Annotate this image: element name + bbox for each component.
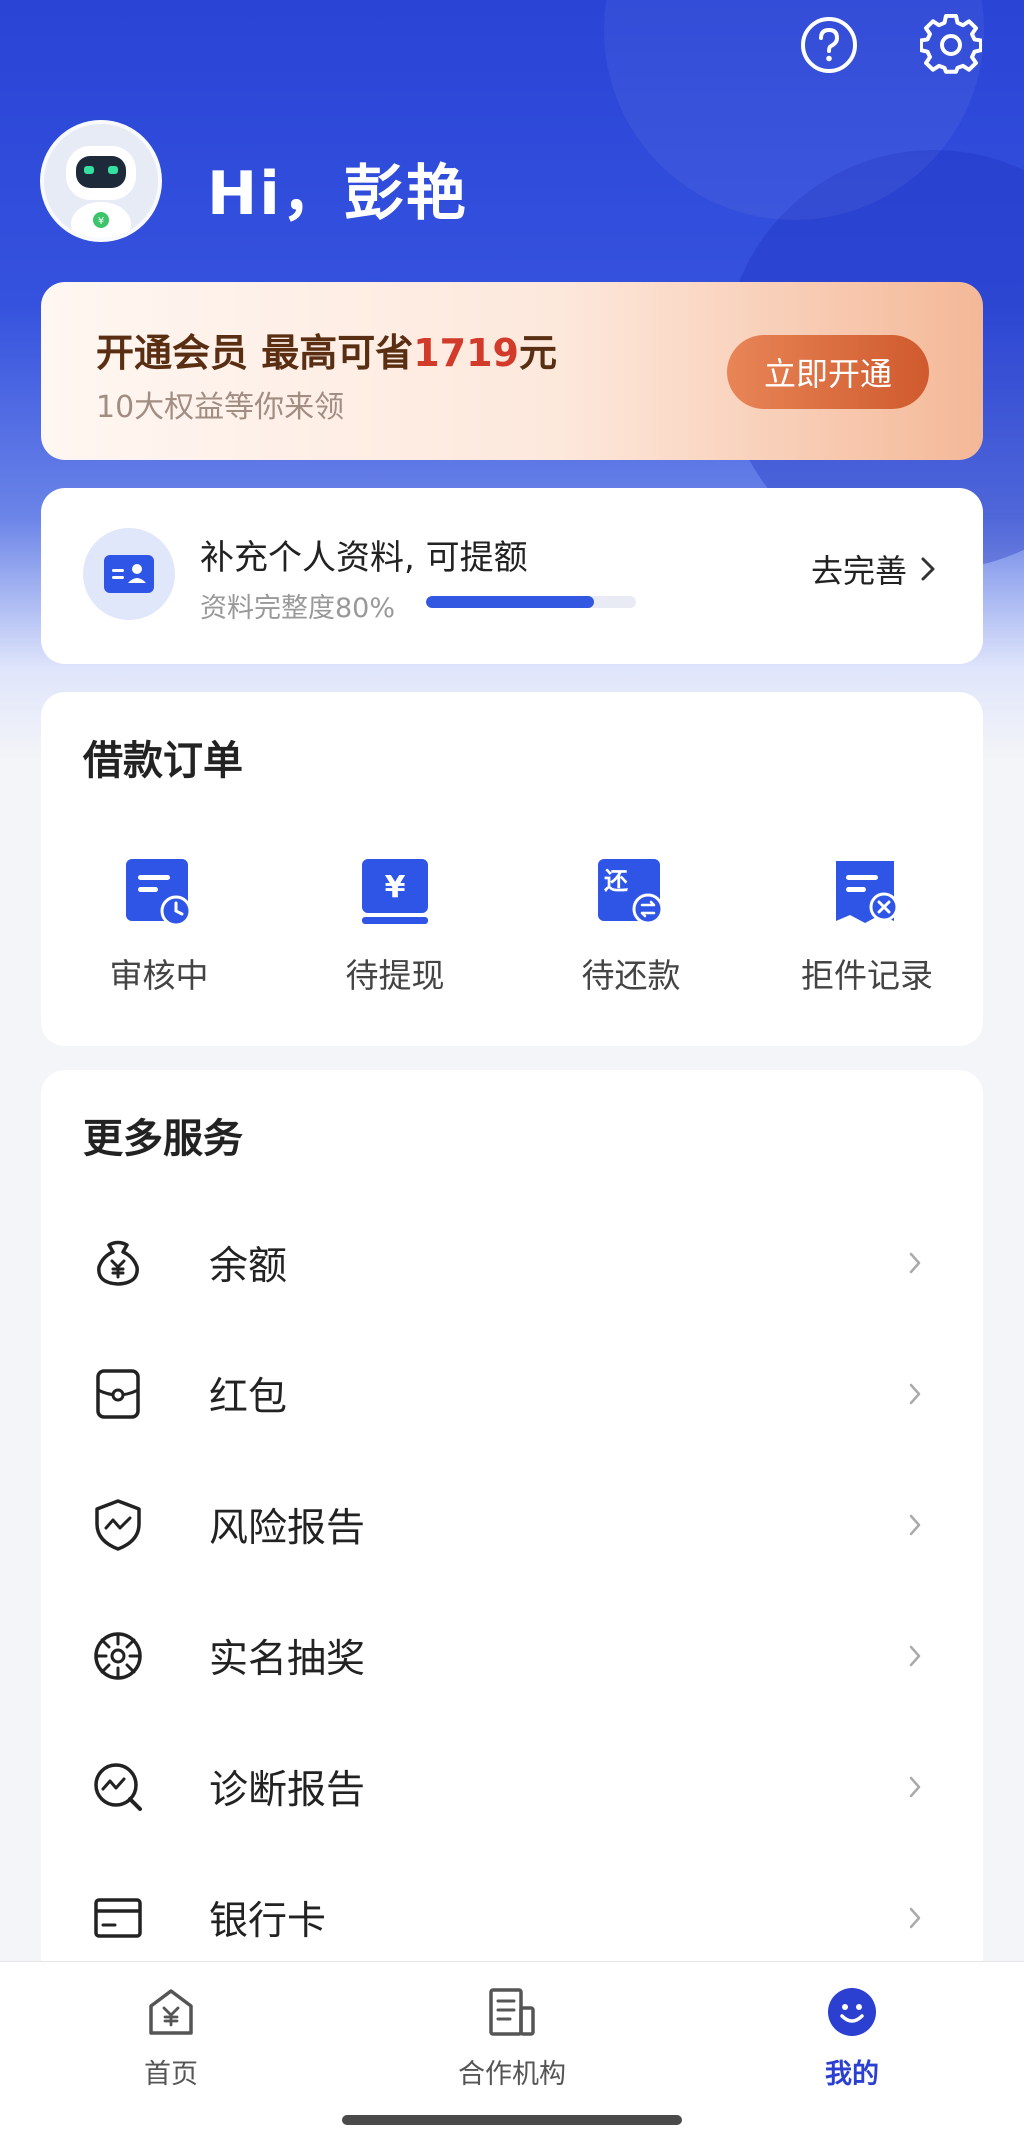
tab-label: 首页 xyxy=(144,2059,198,2090)
service-item-risk-report[interactable]: 风险报告 xyxy=(41,1459,983,1590)
membership-amount: 1719 xyxy=(413,331,519,375)
service-item-label: 银行卡 xyxy=(209,1898,327,1944)
loan-item-label: 审核中 xyxy=(109,956,209,995)
tab-label: 合作机构 xyxy=(458,2059,566,2090)
withdraw-icon: ¥ xyxy=(360,857,430,927)
robot-avatar-icon: ¥ xyxy=(44,124,158,238)
diagnosis-icon xyxy=(91,1760,145,1814)
more-services-title: 更多服务 xyxy=(83,1116,243,1162)
membership-title-prefix: 开通会员 最高可省 xyxy=(96,331,414,375)
svg-text:¥: ¥ xyxy=(98,216,104,227)
service-item-diagnosis-report[interactable]: 诊断报告 xyxy=(41,1721,983,1852)
repay-icon: 还 xyxy=(596,857,666,927)
lottery-icon xyxy=(91,1629,145,1683)
service-item-label: 诊断报告 xyxy=(209,1767,366,1813)
loan-item-label: 待提现 xyxy=(345,956,445,995)
greeting-text: Hi，彭艳 xyxy=(207,159,468,229)
loan-item-label: 拒件记录 xyxy=(801,956,933,995)
money-bag-icon xyxy=(91,1236,145,1290)
avatar[interactable]: ¥ xyxy=(40,120,162,242)
more-services-card: 更多服务 余额 红包 风险报告 实名抽奖 诊断报告 银行卡 xyxy=(41,1070,983,1970)
institution-icon xyxy=(484,1984,540,2040)
withdraw-icon-glyph: ¥ xyxy=(385,870,406,905)
profile-title: 补充个人资料, 可提额 xyxy=(200,538,528,578)
loan-item-rejected[interactable]: 拒件记录 xyxy=(749,857,985,997)
chevron-right-icon xyxy=(909,1252,921,1273)
profile-progress-fill xyxy=(426,596,594,608)
repay-icon-glyph: 还 xyxy=(604,867,629,895)
red-packet-icon xyxy=(91,1367,145,1421)
membership-card[interactable]: 开通会员 最高可省1719元 10大权益等你来领 立即开通 xyxy=(41,282,983,460)
tab-home[interactable]: 首页 xyxy=(71,1984,271,2091)
chevron-right-icon xyxy=(921,557,935,581)
shield-icon xyxy=(91,1498,145,1552)
smile-icon xyxy=(824,1984,880,2040)
membership-subtitle: 10大权益等你来领 xyxy=(96,390,345,425)
service-item-balance[interactable]: 余额 xyxy=(41,1197,983,1328)
service-item-lottery[interactable]: 实名抽奖 xyxy=(41,1590,983,1721)
open-membership-button[interactable]: 立即开通 xyxy=(727,335,929,409)
bank-card-icon xyxy=(91,1891,145,1945)
chevron-right-icon xyxy=(909,1907,921,1928)
profile-progress-label: 资料完整度80% xyxy=(200,593,396,624)
question-circle-icon xyxy=(801,17,857,73)
settings-button[interactable] xyxy=(920,14,982,76)
service-item-label: 红包 xyxy=(209,1374,288,1420)
chevron-right-icon xyxy=(909,1776,921,1797)
tab-partners[interactable]: 合作机构 xyxy=(412,1984,612,2091)
membership-title-suffix: 元 xyxy=(519,331,558,375)
tab-mine[interactable]: 我的 xyxy=(752,1984,952,2091)
service-item-label: 余额 xyxy=(209,1243,288,1289)
help-button[interactable] xyxy=(798,14,860,76)
loan-item-label: 待还款 xyxy=(581,956,681,995)
service-item-label: 风险报告 xyxy=(209,1505,366,1551)
profile-card[interactable]: 补充个人资料, 可提额 资料完整度80% 去完善 xyxy=(41,488,983,664)
service-item-label: 实名抽奖 xyxy=(209,1636,366,1682)
reviewing-icon xyxy=(124,857,194,927)
chevron-right-icon xyxy=(909,1514,921,1535)
loan-item-reviewing[interactable]: 审核中 xyxy=(41,857,277,997)
profile-progress-bar xyxy=(426,596,636,608)
home-icon xyxy=(143,1984,199,2040)
loan-orders-card: 借款订单 审核中 ¥ 待提现 还 待还款 拒件记录 xyxy=(41,692,983,1046)
id-card-icon xyxy=(83,528,175,620)
tab-label: 我的 xyxy=(825,2059,879,2090)
loan-orders-title: 借款订单 xyxy=(83,738,243,784)
service-item-red-packet[interactable]: 红包 xyxy=(41,1328,983,1459)
home-indicator xyxy=(342,2115,682,2125)
rejected-icon xyxy=(832,857,902,927)
chevron-right-icon xyxy=(909,1645,921,1666)
gear-icon xyxy=(920,14,982,74)
complete-profile-link[interactable]: 去完善 xyxy=(811,546,935,592)
loan-item-repay[interactable]: 还 待还款 xyxy=(513,857,749,997)
chevron-right-icon xyxy=(909,1383,921,1404)
complete-profile-label: 去完善 xyxy=(810,552,907,590)
loan-item-withdraw[interactable]: ¥ 待提现 xyxy=(277,857,513,997)
membership-title: 开通会员 最高可省1719元 xyxy=(96,322,557,377)
